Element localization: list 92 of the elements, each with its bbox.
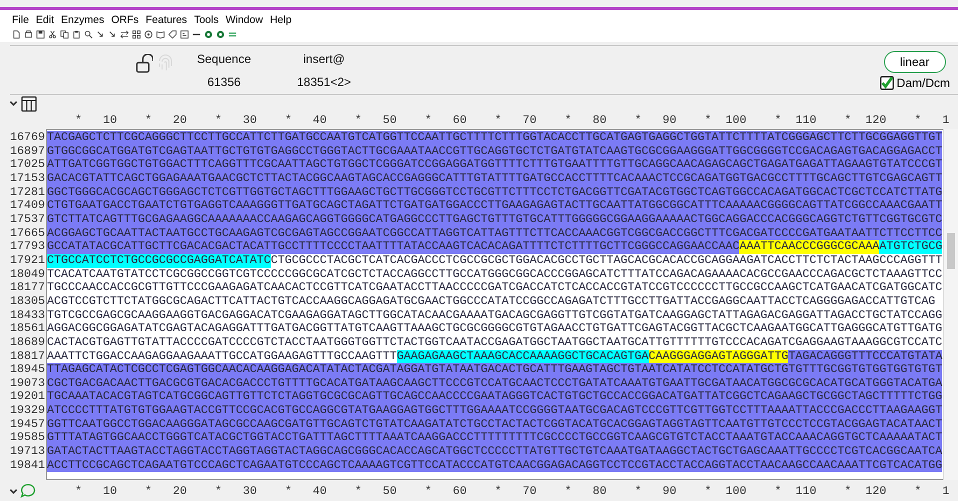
highlighted-sequence: GGCTGGGCACGCAGCTGGGAGCTCTCGTTGGTGCTAGCTTTGGAAGCTGCTTGCGGGTCCTGCGTTCTTTCCTCTGACGGTTCGATACGTGGCTCAGTGGCCACAGATGGCACTCGCTCCATCTTATG	[46, 186, 942, 200]
line-number: 19201	[8, 390, 46, 404]
tag-icon[interactable]	[168, 30, 177, 38]
field-value: 61356	[207, 74, 241, 88]
sequence-text: AGGACGGCGGAGATATCGAGTACAGAGGATTTGATGACGGTTATGTCAAGTTAAAGCTGCGCGGGGCGTGTAGAACCTGTGATTCGAGTACGGTTACGCTCAAGAATGGCATTGAGGGCATGTTGATG	[46, 322, 942, 336]
sequence-text: CTGCGCCCTACGCTCATCACGACCCTCGCCGCGCTGGACACGCCTGCTTAGCACGCACACCGCAGGAAGATCACCTTCTCTACTAAGCCCAGGTTT	[270, 254, 942, 268]
highlighted-sequence: CAAGGGAGGAGTAGGGATTG	[648, 350, 788, 364]
line-number: 17537	[8, 212, 46, 227]
line-number: 18177	[8, 281, 46, 295]
menu-item[interactable]: Window	[226, 14, 263, 26]
highlighted-sequence: GTCTTATCAGTTTGCGAGAAGGCAAAAAAACCAAGAGCAGGTGGGGCATGAGGCCCTTGAGCTGTTTGTGCATTTGGGGGCGGAAGGAAAAACTGGCAGGACCCACGGGCAGGTCTGTTCGGTGCGTC	[46, 212, 942, 227]
swap-icon[interactable]	[120, 30, 129, 38]
menu-item[interactable]: Features	[146, 14, 188, 26]
padlock-icon[interactable]	[136, 54, 153, 72]
menu-item[interactable]: Edit	[36, 14, 54, 26]
highlighted-sequence: ATCCCCTTTATGTGTGGAAGTACCGTTCCGCACGTGCCAGGCGTATGAAGGAGTGGCTTTGGAAAATCCGGGGTAATGCGACAGTCCCGTTCGTTGGTCCTTTAAAATTACCCGACCCTTAAGAAGGT	[46, 404, 942, 418]
line-number: 18689	[8, 336, 46, 350]
line-number: 17409	[8, 199, 46, 213]
table-icon[interactable]	[21, 96, 37, 112]
disc-icon[interactable]	[216, 30, 225, 38]
sequence-text: ACGTCCGTCTTCTATGGCGCAGACTTCATTACTGTCACCAAGGCAGGAGATGCGAACTGGCCCATATCCGGCCAGAGATCTTTGCCTTGATTACCGAGGCAATTACCTCAGGGGAGACCATTGTCAG	[46, 294, 936, 309]
search-icon[interactable]	[84, 30, 93, 38]
line-number: 18433	[8, 308, 46, 322]
line-number: 18817	[8, 350, 46, 364]
clipboard-icon[interactable]	[72, 30, 81, 38]
scissors-icon[interactable]	[48, 30, 57, 38]
sequence-text: AAATTCTGGACCAAGAGGAAGAAATTGCCATGGAAGAGTTTGCCAAGTTT	[46, 350, 397, 364]
ruler: * 10 * 20 * 30 * 40 * 50 * 60 * 70 * 80 * 90 * 100 * 110 * 120 * 1	[74, 112, 950, 129]
highlighted-sequence: TACGAGCTCTTCGCAGGGCTTCCTTGCCATTCTTGATGCCAATGTCATGGTTCCAATTGCTTTTCTTTGGTACACCTTGCATGAGTGAGGCTGGTATTCTTTTATCGGGAGCTTCTTGCGGAGGTTGT	[46, 131, 942, 145]
highlighted-sequence: GTGGCGGCATGGATGTCGAGTAATTGCTGTGTGAGGCCTGGGTACTTGCGAAATAACCGTTGCAGGTGCTCTGATGTATCAAGTGCGCGGAAGGGATTGGCGGGGTCCGACAGAGTGACAGGAGACCT	[46, 144, 942, 158]
menu-item[interactable]: Enzymes	[61, 14, 104, 26]
field-value: 18351<2>	[296, 74, 352, 88]
book-icon[interactable]	[156, 30, 165, 38]
line-number: 19713	[8, 445, 46, 459]
line-number: 17793	[8, 240, 46, 254]
line-number: 17921	[8, 254, 46, 268]
line-number: 16897	[8, 144, 46, 158]
highlighted-sequence: TTAGAGCATACTCGCCTCGAGTGGCAACACAAGGAGACATATACTACGATAGGATGTATAATGACACTGCATTTGAAGTAGCTGTAATCATATCCTCCATATGCTGTGTTTGCGGTGTGGTGGTGTGT	[46, 363, 942, 377]
menu-item[interactable]: Help	[270, 14, 292, 26]
copy-icon[interactable]	[60, 30, 69, 38]
arrow-icon[interactable]	[96, 30, 105, 38]
equals-icon[interactable]	[228, 30, 237, 38]
menu-item[interactable]: ORFs	[111, 14, 139, 26]
line-number: 17281	[8, 186, 46, 200]
checkbox-label: Dam/Dcm	[896, 76, 950, 90]
menu-item[interactable]: Tools	[194, 14, 219, 26]
grid-icon[interactable]	[132, 30, 141, 38]
scrollbar[interactable]	[943, 129, 958, 480]
checkbox[interactable]	[880, 76, 894, 90]
chevron-down-icon[interactable]	[9, 486, 18, 496]
highlighted-sequence: ACCTTCCGCAGCTCAGAATGTCCCAGCTCAGAATGTCCCAGCTCAAAAGTCGTTCCATACCCATGTCAACGGAGACAGGTCCTCCGTACCTACCAGGTACCTAACAAGCCAACAAATTCGTCACATGG	[46, 458, 942, 472]
highlighted-sequence: GTTTATAGTGGCAACCTGGGTCATACGCTGGTACCTGATTTAGCTTTTAAATCAAGGACCCTTTTTTTTTCGCCCCTGCCGGTCAAGCGTGTCTACCTAAATGTACCAAACAGGTGCTCAAAAATACT	[46, 431, 942, 446]
highlighted-sequence: CTGTGAATGACCTGAATCTGTGAGGTCAAAGGGTTGATGCAGCTAGATTCTGATGATGGACCCTTGAAGAGAGTACTTGCAATTATGGCGGCATTTCAAAAACGGGGCAGTTATCGGCCAAACGAATT	[46, 199, 942, 213]
line-number: 19841	[8, 458, 46, 472]
sequence-text: TGCCCAACCACCGCGTTGTTCCCGAAGAGATCAACACTCCGTTCATCGAATACCTTAACCCCCGATCGACCATCTCACCACCGTATCCGTCCCCCCTTGCCGCCAAGCTCATGAACATCGATGGCATC	[46, 281, 942, 295]
line-number: 18945	[8, 363, 46, 377]
line-number: 17665	[8, 226, 46, 240]
highlighted-sequence: CTGCCATCCTCTGCCGCGCCGAGGATCATATC	[46, 254, 271, 268]
arrow-icon[interactable]	[108, 30, 117, 38]
highlighted-sequence: GGTTCAATGGCCTGGACAAGGGATAGCGCCAAGCGATGTTGCAGTCTGTATCAAGATATCTGCCTACTACTCGGTACATGCACGGAGTAGGTAGTTCAATGTTGTCCCTCCGTACGGAGTACATAACT	[46, 418, 942, 432]
highlighted-sequence: GAAGAGAAGCTAAAGCACCAAAAGGCTGCACAGTGA	[396, 350, 649, 364]
ruler: * 10 * 20 * 30 * 40 * 50 * 60 * 70 * 80 * 90 * 100 * 110 * 120 * 1	[74, 484, 950, 498]
sequence-text: CACTACGTGAGTTGTATTACCCCGATCCCCGTCTACCTAATGGGTGGTTCTACTGGTCAATACCGAGATGGCTAATGGCTAATGCATTGTTTTTTGTCCCACAGATCGAGGAAGTAAAGGCGTCCATC	[46, 336, 942, 350]
line-number: 19457	[8, 418, 46, 432]
highlighted-sequence: AAATTCAACCCGGGCGCAAA	[739, 240, 880, 254]
highlighted-sequence: ATTGATCGGTGGCTGTGGACTTTCAGGTTTCGCAATTAGCTGTGGCTCGGGATCCGGAGGATGGTTTTCTTTGTGAATTTTGTTGCAGGCAACAGAGCAGCTGAGATGAGATTAGAAGTGTATCCCGT	[46, 158, 942, 172]
circle-icon[interactable]	[144, 30, 153, 38]
highlighted-sequence: TGCAAATACACGTAGTCATGCGGCAGTTGTTCTCTAGGTGCGCGCAGTTGCAGCCAACCCCGAATAGGGTCACTGTGCTGCCACCGGACATGATTATCGGCTCAGAAGCTGCGGCTAGCTTTTTCTGG	[46, 390, 942, 404]
highlighted-sequence: GACACGTATTCAGCTGGAGAAATGAACGCTCTTACTACGGCAAGTAGCACCGAGGGCATTTGTATTTTGATGCCACCTTTTCACAAACTCCGCAGATGGTGACGCCTTTTGCAGCTTGTCGAGCAGTT	[46, 172, 942, 186]
line-number: 19073	[8, 376, 46, 390]
chevron-down-icon[interactable]	[9, 99, 18, 108]
line-number: 18049	[8, 268, 46, 282]
highlighted-sequence: ATGTCTGCG	[879, 240, 942, 254]
line-number: 19329	[8, 404, 46, 418]
highlighted-sequence: ACGGAGCTGCAATTACTAATGCCTGCAAGAGTCGCGAGTAGCCGGAATCGGCCATTAGGTCATTAGTTTCTTCACCAAACGGTCGGCGACCGGCTTTCGACGATCCCCGATGAATAATTCTTCCTTCC	[46, 226, 942, 240]
line-number: 18305	[8, 294, 46, 309]
topology-button[interactable]: linear	[884, 50, 946, 72]
line-number: 17025	[8, 158, 46, 172]
scrollbar-thumb[interactable]	[947, 233, 956, 269]
field-label: insert@	[303, 52, 345, 66]
highlighted-sequence: GCCATATACGCATTGCTTCGACACGACTACATTGCCTTTTCCCCTAATTTTATACCAAGTCACACAGATTTTCTCTTTTGCTTCGGGCCAGGAACCAAC	[46, 240, 740, 254]
line-number: 16769	[8, 131, 46, 145]
line-number: 18561	[8, 322, 46, 336]
field-label: Sequence	[196, 52, 252, 66]
square-icon[interactable]	[180, 30, 189, 38]
sequence-text: TCACATCAATGTATCCTCGCGGCCGGTCGTCCCCCGGCGCATCGCTCTACCAGGCCTTGCCATGGGCGGCACCCGGAGCATCTTTATCCAGACAGAAAACACGCCGAACCCAGACGCTCTAAAGTTCC	[46, 268, 942, 282]
line-number: 17153	[8, 172, 46, 186]
line-number: 19585	[8, 431, 46, 446]
sequence-text: TGTCGCCGAGCGCAAGGAAGGTGACGAGGACATCGAAGAGGATAGCTTGGCATACAACGAAAATGACAGCGAGGTTGTCGGTATGATCAAGGAGCTATTAGAGACGAGGATTAGACCTGCTATCCAGG	[46, 308, 942, 322]
document-icon[interactable]	[12, 30, 21, 38]
menu-item[interactable]: File	[12, 14, 29, 26]
disc-icon[interactable]	[204, 30, 213, 38]
